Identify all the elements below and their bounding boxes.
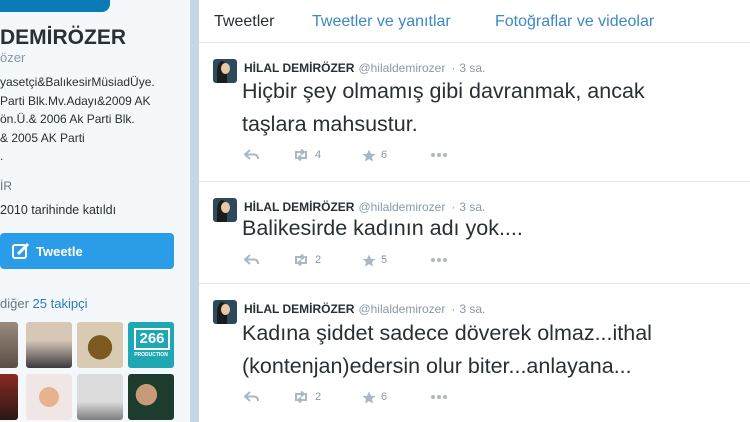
reply-icon[interactable] [244, 254, 260, 266]
profile-location: İR [0, 179, 12, 193]
bio-line: yasetçi&BalıkesirMüsiadÜye. [0, 75, 155, 89]
bio-line: ön.Ü.& 2006 Ak Parti Blk. [0, 112, 135, 126]
tweet-button[interactable]: Tweetle [0, 233, 174, 269]
reply-icon[interactable] [244, 149, 260, 161]
bio-line: . [0, 149, 4, 163]
followers-summary: diğer 25 takipçi [0, 296, 87, 311]
avatar[interactable] [213, 300, 237, 324]
reply-icon[interactable] [244, 391, 260, 403]
bio-line: & 2005 AK Parti [0, 130, 85, 145]
followers-prefix: diğer [0, 296, 29, 311]
tweet-text: Kadına şiddet sadece döverek olmaz...ith… [242, 317, 652, 383]
favorite-action[interactable]: 5 [362, 254, 387, 267]
retweet-count: 2 [315, 254, 322, 266]
follower-thumb[interactable] [26, 322, 72, 368]
timeline-tabs: Tweetler Tweetler ve yanıtlar Fotoğrafla… [199, 0, 750, 43]
avatar[interactable] [213, 198, 237, 222]
retweet-action[interactable]: 2 [292, 391, 322, 404]
tweet-item[interactable]: HİLAL DEMİRÖZER @hilaldemirozer · 3 sa. Hiç… [199, 43, 750, 182]
follower-thumb[interactable] [128, 374, 174, 420]
tweet-text-line: taşlara mahsustur. [242, 112, 418, 136]
retweet-icon [295, 391, 307, 404]
retweet-action[interactable]: 2 [292, 254, 322, 267]
tweet-text: Hiçbir şey olmamış gibi davranmak, ancak… [242, 75, 645, 141]
more-icon[interactable] [430, 254, 448, 266]
retweet-icon [295, 149, 307, 162]
tweet-header: HİLAL DEMİRÖZER @hilaldemirozer · 3 sa. [244, 61, 486, 75]
follower-thumb[interactable] [77, 322, 123, 368]
tab-photos-videos[interactable]: Fotoğraflar ve videolar [495, 13, 654, 31]
follower-thumb-266[interactable]: 266 PRODUCTION [128, 322, 174, 368]
retweet-action[interactable]: 4 [292, 149, 322, 162]
tweet-author-handle[interactable]: @hilaldemirozer [358, 61, 445, 75]
favorite-count: 6 [381, 149, 388, 162]
favorite-action[interactable]: 6 [362, 149, 387, 162]
profile-joined: 2010 tarihinde katıldı [0, 203, 117, 217]
tweet-time[interactable]: 3 sa. [459, 61, 485, 75]
profile-banner [0, 0, 110, 12]
tweet-text-line: Balikesirde kadının adı yok.... [242, 216, 523, 240]
tweet-button-label: Tweetle [36, 244, 83, 259]
tweet-text: Balikesirde kadının adı yok.... [242, 212, 523, 245]
tweet-time[interactable]: 3 sa. [459, 302, 485, 316]
timeline: Tweetler Tweetler ve yanıtlar Fotoğrafla… [199, 0, 750, 422]
tweet-text-line: Kadına şiddet sadece döverek olmaz...ith… [242, 321, 652, 345]
tweet-text-line: Hiçbir şey olmamış gibi davranmak, ancak [242, 79, 645, 103]
followers-link[interactable]: 25 takipçi [33, 296, 88, 311]
tweet-header: HİLAL DEMİRÖZER @hilaldemirozer · 3 sa. [244, 302, 486, 316]
retweet-count: 4 [315, 149, 322, 161]
compose-icon [12, 242, 30, 260]
follower-thumb[interactable] [77, 374, 123, 420]
thumb-266-sub: PRODUCTION [134, 352, 168, 358]
tweet-item[interactable]: HİLAL DEMİRÖZER @hilaldemirozer · 3 sa. Bal… [199, 182, 750, 284]
tweet-author-name[interactable]: HİLAL DEMİRÖZER [244, 302, 354, 316]
bio-line: Parti Blk.Mv.Adayı&2009 AK [0, 93, 151, 108]
follower-thumb[interactable] [0, 322, 18, 368]
star-icon [362, 254, 376, 267]
profile-bio: yasetçi&BalıkesirMüsiadÜye. Parti Blk.Mv… [0, 73, 185, 166]
follower-thumb[interactable] [0, 374, 18, 420]
profile-sidebar: DEMİRÖZER özer yasetçi&BalıkesirMüsiadÜy… [0, 0, 190, 422]
avatar[interactable] [213, 59, 237, 83]
thumb-266-label: 266 [134, 328, 170, 350]
profile-name: DEMİRÖZER [0, 26, 126, 49]
favorite-count: 5 [381, 254, 388, 267]
retweet-count: 2 [315, 391, 322, 403]
tab-tweets[interactable]: Tweetler [214, 13, 274, 31]
profile-handle: özer [0, 50, 26, 65]
favorite-action[interactable]: 6 [362, 391, 387, 404]
tweet-author-name[interactable]: HİLAL DEMİRÖZER [244, 61, 354, 75]
tab-tweets-and-replies[interactable]: Tweetler ve yanıtlar [312, 13, 451, 31]
tweet-item[interactable]: HİLAL DEMİRÖZER @hilaldemirozer · 3 sa. Kad… [199, 284, 750, 422]
star-icon [362, 149, 376, 162]
favorite-count: 6 [381, 391, 388, 404]
retweet-icon [295, 254, 307, 267]
more-icon[interactable] [430, 149, 448, 161]
tweet-author-handle[interactable]: @hilaldemirozer [358, 302, 445, 316]
follower-thumb[interactable] [26, 374, 72, 420]
more-icon[interactable] [430, 391, 448, 403]
tweet-text-line: (kontenjan)edersin olur biter...anlayana… [242, 354, 632, 378]
star-icon [362, 391, 376, 404]
